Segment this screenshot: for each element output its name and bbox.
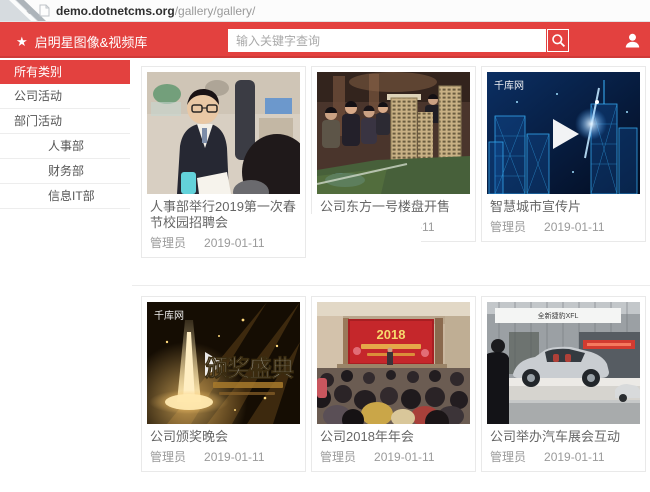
search-button[interactable]: [547, 29, 569, 52]
app-window: ‹ demo.dotnetcms.org/gallery/gallery/ ★ …: [0, 0, 650, 492]
card-thumbnail[interactable]: 全新捷豹XFL: [487, 302, 640, 424]
card-title[interactable]: 公司颁奖晚会: [147, 424, 300, 445]
star-icon: ★: [16, 35, 28, 48]
card-date: 2019-01-11: [204, 236, 265, 250]
card-author: 管理员: [490, 450, 526, 464]
card-meta: 管理员 2019-01-11: [147, 445, 300, 471]
property-model-image: [317, 72, 470, 194]
card-title[interactable]: 智慧城市宣传片: [487, 194, 640, 215]
job-fair-image: [147, 72, 300, 194]
card-meta: 管理员 2019-01-11: [317, 445, 470, 471]
site-brand[interactable]: ★ 启明星图像&视频库: [16, 32, 147, 51]
card-author: 管理员: [150, 450, 186, 464]
card-author: 管理员: [490, 220, 526, 234]
url-bar[interactable]: demo.dotnetcms.org/gallery/gallery/: [56, 4, 255, 18]
gallery-card-job-fair[interactable]: 人事部举行2019第一次春节校园招聘会 管理员 2019-01-11: [141, 66, 306, 258]
sidebar-item-company-events[interactable]: 公司活动: [0, 84, 130, 109]
card-title[interactable]: 公司东方一号楼盘开售: [317, 194, 470, 215]
card-thumbnail[interactable]: 2018: [317, 302, 470, 424]
category-sidebar: 所有类别 公司活动 部门活动 人事部 财务部 信息IT部: [0, 60, 130, 209]
sidebar-item-department-events[interactable]: 部门活动: [0, 109, 130, 134]
page-icon: [39, 4, 50, 17]
url-path: /gallery/gallery/: [175, 4, 256, 18]
search-icon: [551, 33, 566, 48]
site-title: 启明星图像&视频库: [35, 32, 148, 51]
cards-row-2: 颁奖盛典 千库网 公司颁奖晚会 管理员 2019-01-11: [141, 296, 650, 472]
row-divider: [132, 285, 650, 286]
card-title[interactable]: 公司2018年年会: [317, 424, 470, 445]
card-thumbnail[interactable]: 千库网: [487, 72, 640, 194]
card-date: 2019-01-11: [374, 450, 435, 464]
card-meta: 管理员 2019-01-11: [147, 231, 300, 257]
watermark-label: 千库网: [494, 77, 524, 92]
card-title[interactable]: 公司举办汽车展会互动: [487, 424, 640, 445]
gallery-content: 人事部举行2019第一次春节校园招聘会 管理员 2019-01-11: [132, 58, 650, 492]
browser-chrome: ‹ demo.dotnetcms.org/gallery/gallery/: [0, 0, 650, 22]
annual-meeting-image: 2018: [317, 302, 470, 424]
card-thumbnail[interactable]: [147, 72, 300, 194]
card-author: 管理员: [320, 450, 356, 464]
card-thumbnail[interactable]: 颁奖盛典 千库网: [147, 302, 300, 424]
user-icon[interactable]: [625, 33, 640, 48]
sidebar-item-all-categories[interactable]: 所有类别: [0, 60, 130, 84]
stage-banner-year: 2018: [377, 327, 406, 342]
card-title[interactable]: 人事部举行2019第一次春节校园招聘会: [147, 194, 300, 231]
cards-row-1: 人事部举行2019第一次春节校园招聘会 管理员 2019-01-11: [141, 66, 650, 258]
gallery-card-property-launch[interactable]: 公司东方一号楼盘开售 管理员 2019-01-11: [311, 66, 476, 242]
sidebar-item-hr[interactable]: 人事部: [0, 134, 130, 159]
card-date: 2019-01-11: [204, 450, 265, 464]
card-date: 2019-01-11: [544, 220, 605, 234]
gallery-card-car-show[interactable]: 全新捷豹XFL: [481, 296, 646, 472]
gala-banner-text: 颁奖盛典: [205, 355, 294, 381]
gallery-card-annual-meeting[interactable]: 2018: [311, 296, 476, 472]
sidebar-item-it[interactable]: 信息IT部: [0, 184, 130, 209]
gallery-card-smart-city-video[interactable]: 千库网 智慧城市宣传片 管理员 2019-01-11: [481, 66, 646, 242]
search-input[interactable]: [228, 29, 546, 52]
watermark-label: 千库网: [154, 307, 184, 322]
car-show-image: 全新捷豹XFL: [487, 302, 640, 424]
url-host: demo.dotnetcms.org: [56, 4, 175, 18]
card-thumbnail[interactable]: [317, 72, 470, 194]
card-meta: 管理员 2019-01-11: [487, 445, 640, 471]
footer-white-overlay: [311, 214, 421, 242]
gallery-card-awards-gala[interactable]: 颁奖盛典 千库网 公司颁奖晚会 管理员 2019-01-11: [141, 296, 306, 472]
sidebar-item-finance[interactable]: 财务部: [0, 159, 130, 184]
card-author: 管理员: [150, 236, 186, 250]
card-date: 2019-01-11: [544, 450, 605, 464]
app-header: ★ 启明星图像&视频库: [0, 22, 650, 58]
dealer-banner-text: 全新捷豹XFL: [538, 311, 579, 320]
card-meta: 管理员 2019-01-11: [487, 215, 640, 241]
back-icon[interactable]: ‹: [26, 1, 31, 21]
